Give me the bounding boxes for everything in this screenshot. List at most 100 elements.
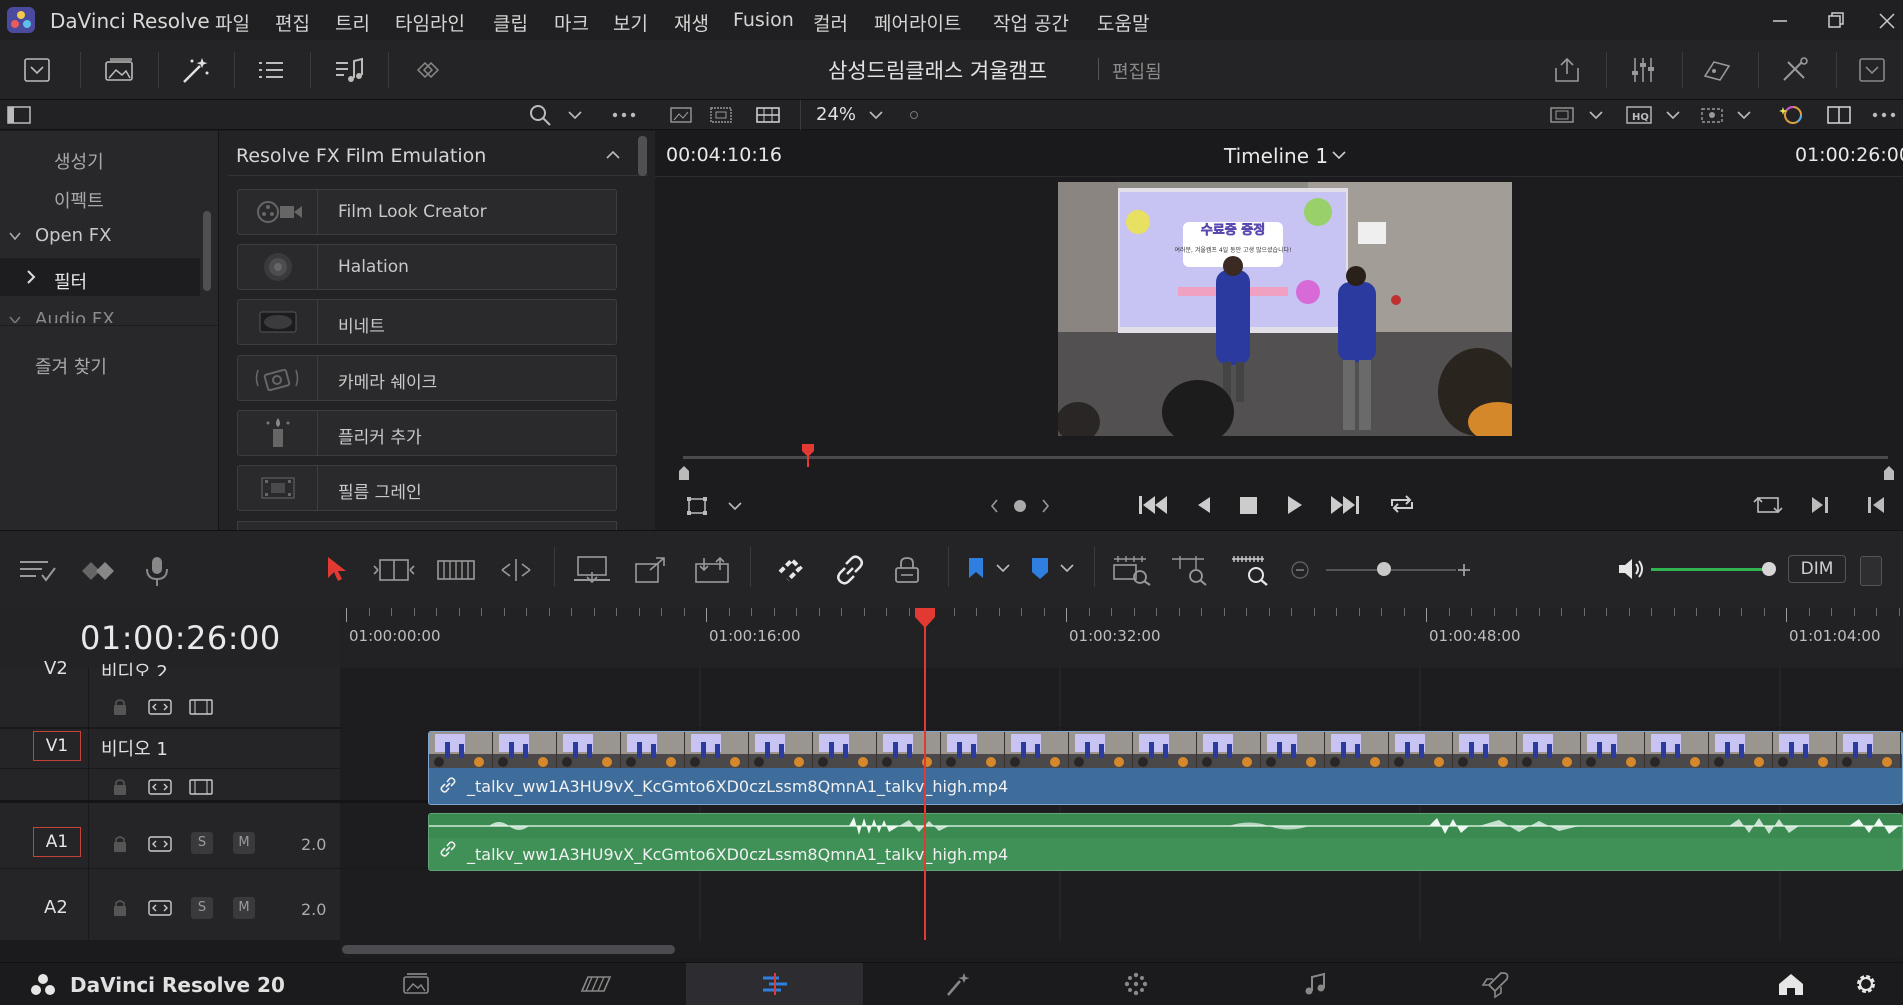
chevron-down-icon[interactable] [994, 561, 1012, 577]
lock-icon[interactable] [107, 834, 133, 854]
menu-workspace[interactable]: 작업 공간 [993, 9, 1069, 36]
zoom-slider[interactable] [1326, 569, 1456, 571]
transform-icon[interactable] [684, 494, 712, 518]
fx-item[interactable]: 비네트 [237, 299, 617, 345]
lock-icon[interactable] [107, 697, 133, 717]
menu-edit[interactable]: 편집 [275, 9, 310, 36]
chevron-down-icon[interactable] [726, 498, 744, 514]
lock-icon[interactable] [107, 777, 133, 797]
split-view-icon[interactable] [1826, 104, 1852, 126]
zoom-in-icon[interactable] [1455, 561, 1473, 579]
dynamic-trim-icon[interactable] [434, 556, 478, 584]
overwrite-clip-icon[interactable] [630, 554, 674, 586]
stop-icon[interactable] [1236, 492, 1262, 518]
track-enable-icon[interactable] [188, 777, 214, 797]
menu-fusion[interactable]: Fusion [733, 9, 794, 31]
tree-item-filters[interactable]: 필터 [54, 268, 87, 294]
timeline-scrollbar[interactable] [340, 940, 1903, 958]
panel-dropdown-icon[interactable] [1855, 54, 1889, 86]
tools-icon[interactable] [1778, 54, 1812, 86]
more-options-icon[interactable] [610, 106, 638, 124]
selection-tool-icon[interactable] [324, 554, 348, 584]
auto-select-icon[interactable] [147, 697, 173, 717]
media-page-icon[interactable] [398, 969, 434, 999]
chevron-down-icon[interactable] [1734, 106, 1754, 124]
chevron-up-icon[interactable] [604, 148, 622, 162]
position-lock-icon[interactable] [890, 554, 924, 586]
menu-clip[interactable]: 클립 [493, 9, 528, 36]
chevron-down-icon[interactable] [1330, 148, 1348, 162]
timeline-selector[interactable]: Timeline 1 [1224, 144, 1328, 168]
audio-meter-toggle[interactable] [1860, 556, 1882, 586]
marker-icon[interactable] [1028, 555, 1052, 583]
play-icon[interactable] [1282, 492, 1306, 518]
zoom-detail-icon[interactable] [1168, 553, 1212, 587]
chevron-down-icon[interactable] [8, 313, 22, 323]
flag-icon[interactable] [964, 555, 988, 583]
playhead-icon[interactable] [913, 607, 937, 629]
menu-file[interactable]: 파일 [215, 9, 250, 36]
menu-color[interactable]: 컬러 [813, 9, 848, 36]
viewer-size-icon[interactable] [1548, 104, 1576, 126]
zoom-slider-thumb[interactable] [1377, 562, 1391, 576]
volume-slider[interactable] [1651, 568, 1769, 571]
track-id-a2[interactable]: A2 [44, 897, 68, 918]
mute-button[interactable]: M [233, 897, 255, 919]
edit-page-icon[interactable] [757, 969, 793, 999]
menu-fairlight[interactable]: 페어라이트 [874, 9, 961, 36]
insert-clip-icon[interactable] [570, 554, 614, 586]
more-options-icon[interactable] [1870, 106, 1898, 124]
zoom-out-icon[interactable] [1291, 561, 1309, 579]
fx-item[interactable]: 플리커 추가 [237, 410, 617, 456]
lock-icon[interactable] [107, 898, 133, 918]
chevron-down-icon[interactable] [565, 106, 585, 124]
mute-button[interactable]: M [233, 832, 255, 854]
track-id-v1[interactable]: V1 [33, 731, 81, 761]
fx-item[interactable]: Halation [237, 244, 617, 290]
timeline-scrollbar-thumb[interactable] [342, 945, 675, 954]
next-edit-icon[interactable] [1808, 492, 1832, 518]
tree-item-favorites[interactable]: 즐겨 찾기 [35, 353, 107, 379]
scrub-start-handle[interactable] [679, 466, 689, 480]
media-pool-icon[interactable] [102, 54, 136, 86]
menu-timeline[interactable]: 타임라인 [395, 9, 465, 36]
track-enable-icon[interactable] [188, 697, 214, 717]
metadata-icon[interactable] [1700, 54, 1734, 86]
fx-scrollbar[interactable] [638, 136, 647, 176]
mixer-icon[interactable] [1626, 54, 1660, 86]
zoom-full-icon[interactable] [1110, 553, 1154, 587]
tree-item-effects[interactable]: 이펙트 [54, 187, 104, 213]
minimize-icon[interactable] [1765, 10, 1795, 32]
playhead-line[interactable] [924, 612, 926, 944]
export-icon[interactable] [1550, 54, 1584, 86]
viewer-overlay-icon[interactable] [1698, 104, 1726, 126]
auto-select-icon[interactable] [147, 898, 173, 918]
solo-button[interactable]: S [191, 832, 213, 854]
tree-scrollbar[interactable] [203, 211, 211, 291]
viewer-mode-timeline-icon[interactable] [754, 104, 782, 126]
track-id-a1[interactable]: A1 [33, 827, 81, 857]
menu-view[interactable]: 보기 [613, 9, 648, 36]
snapping-magnet-icon[interactable] [772, 554, 808, 586]
go-to-start-icon[interactable] [1136, 492, 1170, 518]
auto-select-icon[interactable] [147, 834, 173, 854]
chevron-down-icon[interactable] [1586, 106, 1606, 124]
loop-icon[interactable] [1386, 490, 1418, 518]
reverse-play-icon[interactable] [1192, 492, 1216, 518]
go-to-end-icon[interactable] [1328, 492, 1362, 518]
chevron-right-icon[interactable] [24, 269, 38, 285]
trim-tool-icon[interactable] [372, 556, 416, 584]
home-icon[interactable] [1773, 969, 1809, 999]
settings-icon[interactable] [1848, 969, 1884, 999]
index-icon[interactable] [254, 54, 288, 86]
color-page-icon[interactable] [1118, 969, 1154, 999]
keyframe-editor-icon[interactable] [78, 556, 120, 586]
tree-item-generators[interactable]: 생성기 [54, 148, 104, 174]
workspace-dropdown-icon[interactable] [20, 54, 54, 86]
menu-playback[interactable]: 재생 [674, 9, 709, 36]
volume-slider-thumb[interactable] [1762, 562, 1776, 576]
jog-wheel-icon[interactable] [990, 496, 1050, 516]
search-icon[interactable] [528, 103, 554, 127]
tree-item-open-fx[interactable]: Open FX [35, 225, 111, 246]
scrub-playhead-icon[interactable] [801, 443, 815, 467]
